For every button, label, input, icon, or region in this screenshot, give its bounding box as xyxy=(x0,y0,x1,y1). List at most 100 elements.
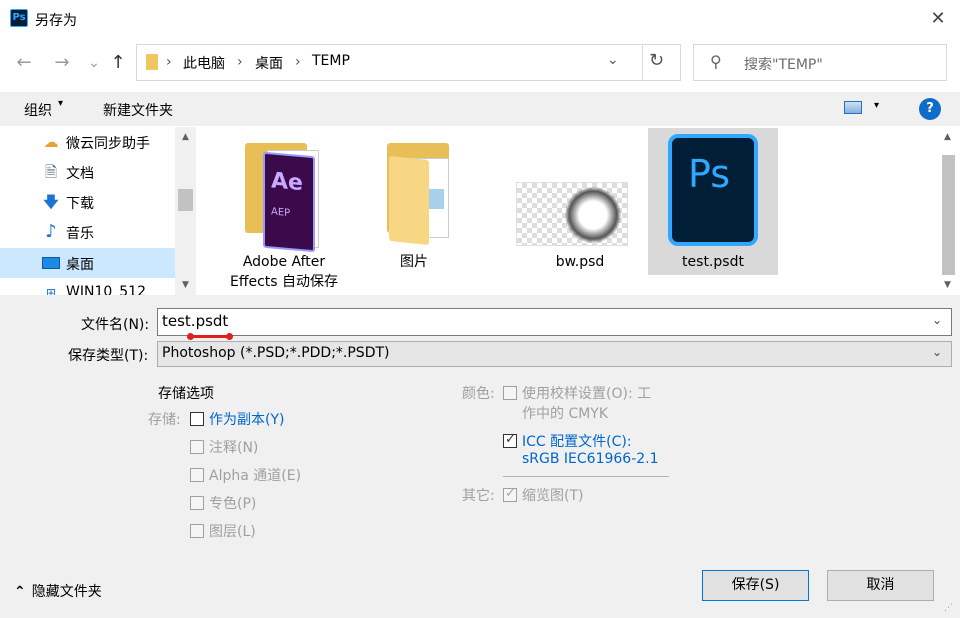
notes-label: 注释(N) xyxy=(209,440,259,456)
title-bar: Ps 另存为 ✕ xyxy=(0,0,960,38)
desktop-icon xyxy=(42,257,60,269)
folder-icon xyxy=(146,54,158,70)
view-options-icon[interactable] xyxy=(844,101,862,114)
breadcrumb-this-pc[interactable]: 此电脑 xyxy=(183,53,225,73)
search-icon: ⚲ xyxy=(710,52,722,71)
hide-folders-toggle[interactable]: ⌃ 隐藏文件夹 xyxy=(14,581,102,601)
file-list-scrollbar[interactable]: ▲ ▼ xyxy=(939,127,957,295)
sidebar-item-weiyun[interactable]: ☁ 微云同步助手 xyxy=(0,127,175,157)
sidebar-item-label: 音乐 xyxy=(66,226,94,242)
sidebar-item-music[interactable]: ♪ 音乐 xyxy=(0,217,175,247)
proof-setup-label: 使用校样设置(O): 工 xyxy=(522,386,652,402)
photoshop-app-icon: Ps xyxy=(10,9,28,27)
proof-setup-label-cont: 作中的 CMYK xyxy=(522,406,609,422)
filename-field[interactable]: test.psdt ⌄ xyxy=(157,308,952,336)
recent-locations-dropdown[interactable]: ⌄ xyxy=(82,50,106,76)
notes-checkbox[interactable] xyxy=(190,440,204,454)
file-name: test.psdt xyxy=(682,254,744,270)
cancel-button[interactable]: 取消 xyxy=(827,570,934,601)
spot-colors-label: 专色(P) xyxy=(209,496,257,512)
help-icon[interactable]: ? xyxy=(919,98,941,120)
sidebar-item-label: 下载 xyxy=(66,196,94,212)
file-item-pictures[interactable]: 图片 xyxy=(349,128,479,275)
search-box[interactable]: ⚲ 搜索"TEMP" xyxy=(693,44,947,81)
music-icon: ♪ xyxy=(45,221,57,242)
thumbnail-image xyxy=(565,187,621,243)
divider xyxy=(503,476,669,477)
proof-setup-checkbox[interactable] xyxy=(503,386,517,400)
file-list[interactable]: Ae AEP Adobe After Effects 自动保存 图片 bw.ps… xyxy=(197,127,960,295)
save-options-panel: 文件名(N): test.psdt ⌄ 保存类型(T): Photoshop (… xyxy=(0,295,960,618)
sidebar-item-desktop[interactable]: 桌面 xyxy=(0,248,175,278)
file-name: Effects 自动保存 xyxy=(229,274,339,290)
filetype-value[interactable]: Photoshop (*.PSD;*.PDD;*.PSDT) xyxy=(162,345,390,361)
file-item-ae-autosave[interactable]: Ae AEP Adobe After Effects 自动保存 xyxy=(219,128,349,290)
organize-menu[interactable]: 组织 xyxy=(24,100,52,120)
sidebar-item-drive-c[interactable]: ⊞ WIN10_512 (C:) xyxy=(0,278,175,295)
resize-grip-icon[interactable]: ⋰ xyxy=(944,603,953,613)
sidebar-item-downloads[interactable]: 🡇 下载 xyxy=(0,187,175,217)
annotation-dot xyxy=(187,333,194,340)
caret-down-icon[interactable]: ▾ xyxy=(874,100,879,111)
file-item-bw-psd[interactable]: bw.psd xyxy=(516,128,663,275)
address-bar[interactable]: › 此电脑 › 桌面 › TEMP ⌄ ↻ xyxy=(136,44,681,81)
ae-file-icon: Ae AEP xyxy=(263,151,315,253)
up-button[interactable]: ↑ xyxy=(106,50,130,76)
breadcrumb-separator[interactable]: › xyxy=(295,54,301,70)
close-button[interactable]: ✕ xyxy=(924,6,952,32)
caret-down-icon[interactable]: ▾ xyxy=(58,98,63,109)
search-placeholder[interactable]: 搜索"TEMP" xyxy=(744,54,823,74)
sidebar-item-label: WIN10_512 (C:) xyxy=(66,284,146,295)
scrollbar-thumb[interactable] xyxy=(942,155,955,275)
scroll-up-icon[interactable]: ▲ xyxy=(937,129,958,145)
sidebar-item-label: 桌面 xyxy=(66,257,94,273)
scrollbar-thumb[interactable] xyxy=(178,189,193,211)
spot-colors-checkbox[interactable] xyxy=(190,496,204,510)
save-button[interactable]: 保存(S) xyxy=(702,570,809,601)
alpha-channels-label: Alpha 通道(E) xyxy=(209,468,302,484)
forward-button[interactable]: → xyxy=(50,50,74,76)
navigation-pane[interactable]: ☁ 微云同步助手 🗎 文档 🡇 下载 ♪ 音乐 桌面 ⊞ WIN10_512 (… xyxy=(0,127,196,295)
divider xyxy=(642,45,643,80)
file-name: Adobe After xyxy=(242,254,326,270)
chevron-down-icon[interactable]: ⌄ xyxy=(932,313,942,327)
sidebar-scrollbar[interactable]: ▲ ▼ xyxy=(175,127,196,295)
psd-thumbnail-icon xyxy=(516,182,628,246)
scroll-down-icon[interactable]: ▼ xyxy=(937,277,958,293)
drive-icon: ⊞ xyxy=(45,286,57,295)
breadcrumb-separator[interactable]: › xyxy=(166,54,172,70)
chevron-down-icon[interactable]: ⌄ xyxy=(932,345,942,359)
layers-label: 图层(L) xyxy=(209,524,256,540)
filetype-select[interactable]: Photoshop (*.PSD;*.PDD;*.PSDT) ⌄ xyxy=(157,341,952,367)
breadcrumb-desktop[interactable]: 桌面 xyxy=(255,53,283,73)
breadcrumb-temp[interactable]: TEMP xyxy=(312,53,350,69)
save-options-title: 存储选项 xyxy=(158,386,214,402)
new-folder-button[interactable]: 新建文件夹 xyxy=(103,100,173,120)
download-icon: 🡇 xyxy=(43,193,59,211)
layers-checkbox[interactable] xyxy=(190,524,204,538)
file-item-test-psdt[interactable]: Ps test.psdt xyxy=(648,128,778,275)
back-button[interactable]: ← xyxy=(12,50,36,76)
icc-profile-checkbox[interactable]: ✓ xyxy=(503,432,517,448)
chevron-down-icon[interactable]: ⌄ xyxy=(607,52,619,68)
sidebar-item-documents[interactable]: 🗎 文档 xyxy=(0,157,175,187)
as-copy-label[interactable]: 作为副本(Y) xyxy=(209,409,284,429)
as-copy-checkbox[interactable] xyxy=(190,412,204,426)
refresh-icon[interactable]: ↻ xyxy=(649,50,664,71)
check-icon: ✓ xyxy=(505,432,516,447)
filetype-label: 保存类型(T): xyxy=(68,348,149,364)
icc-profile-label[interactable]: ICC 配置文件(C): xyxy=(522,431,632,451)
filename-label: 文件名(N): xyxy=(81,317,150,333)
ps-text: Ps xyxy=(688,152,731,196)
thumbnail-checkbox[interactable]: ✓ xyxy=(503,486,517,502)
alpha-channels-checkbox[interactable] xyxy=(190,468,204,482)
folder-front xyxy=(389,155,429,246)
documents-icon: 🗎 xyxy=(44,163,58,181)
scroll-down-icon[interactable]: ▼ xyxy=(175,277,196,293)
scroll-up-icon[interactable]: ▲ xyxy=(175,129,196,145)
window-title: 另存为 xyxy=(35,13,77,29)
filename-value[interactable]: test.psdt xyxy=(162,312,228,330)
command-bar: 组织 ▾ 新建文件夹 ▾ ? xyxy=(0,92,960,126)
breadcrumb-separator[interactable]: › xyxy=(237,54,243,70)
sidebar-item-label: 文档 xyxy=(66,166,94,182)
